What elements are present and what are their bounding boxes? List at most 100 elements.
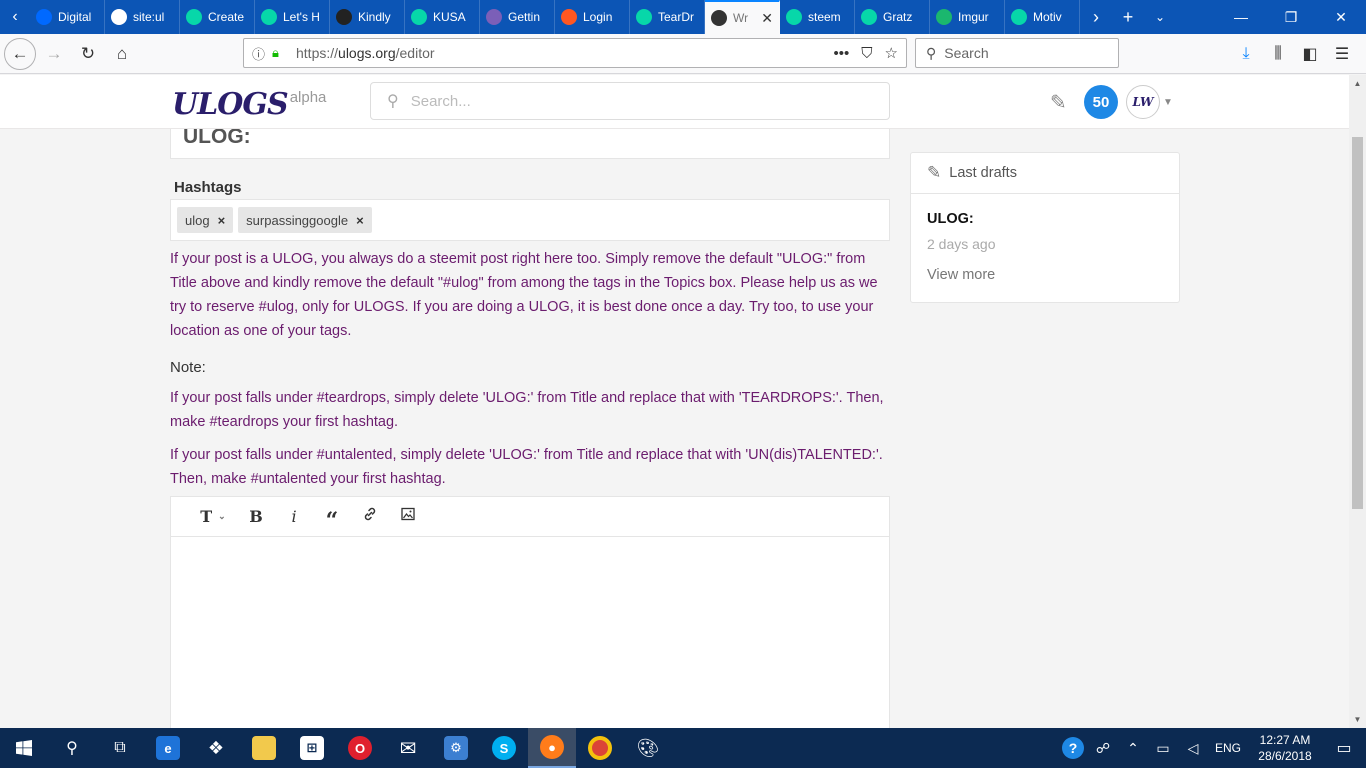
browser-tab-strip: ‹ Digital site:ul Create Let's H Kindly KUSA G…: [0, 0, 1366, 34]
scroll-down-arrow[interactable]: ▼: [1349, 715, 1366, 724]
clock[interactable]: 12:27 AM 28/6/2018: [1248, 732, 1322, 764]
paint-icon[interactable]: 🎨︎: [624, 728, 672, 768]
browser-toolbar-icons: ⤓ ⫼ ◧ ☰: [1230, 34, 1358, 74]
caret-down-icon[interactable]: ▼: [1163, 97, 1173, 108]
opera-icon[interactable]: O: [336, 728, 384, 768]
store-icon[interactable]: ⊞: [288, 728, 336, 768]
browser-tab[interactable]: TearDr: [630, 0, 705, 34]
forward-button[interactable]: →: [38, 38, 70, 70]
tab-label: KUSA: [433, 10, 466, 24]
notification-count-badge[interactable]: 50: [1084, 85, 1118, 119]
bookmark-star-icon[interactable]: ☆: [885, 44, 898, 62]
skype-icon[interactable]: S: [480, 728, 528, 768]
menu-icon[interactable]: ☰: [1326, 44, 1358, 64]
draft-item-title[interactable]: ULOG:: [927, 211, 974, 227]
chrome-icon[interactable]: [576, 728, 624, 768]
minimize-button[interactable]: —: [1216, 9, 1266, 25]
browser-tab[interactable]: site:ul: [105, 0, 180, 34]
task-view-icon[interactable]: ⧉: [96, 728, 144, 768]
italic-button[interactable]: i: [275, 507, 313, 526]
network-app-icon[interactable]: ⚙: [432, 728, 480, 768]
scrollbar-thumb[interactable]: [1352, 137, 1363, 509]
editor-body[interactable]: [171, 537, 889, 728]
browser-tab[interactable]: Gratz: [855, 0, 930, 34]
avatar[interactable]: LW: [1126, 85, 1160, 119]
sidebar-toggle-icon[interactable]: ◧: [1294, 44, 1326, 64]
view-more-link[interactable]: View more: [927, 267, 995, 283]
post-editor: T ⌄ B i “: [170, 496, 890, 728]
ulogs-logo[interactable]: ULOGS alpha: [172, 87, 326, 122]
hashtag-label: surpassinggoogle: [246, 212, 349, 228]
heading-dropdown-button[interactable]: T ⌄: [189, 507, 237, 526]
tray-expand-icon[interactable]: ⌃: [1118, 740, 1148, 757]
page-viewport: ULOGS alpha ⚲ Search... ✎ 50 LW ▼ ULOG: …: [0, 75, 1349, 728]
tab-scroll-right-button[interactable]: ›: [1080, 7, 1112, 28]
mail-icon[interactable]: ✉: [384, 728, 432, 768]
write-icon[interactable]: ✎: [1050, 90, 1076, 115]
people-icon[interactable]: ☍: [1088, 740, 1118, 757]
page-scrollbar[interactable]: ▲ ▼: [1349, 75, 1366, 728]
browser-tab[interactable]: Wr ✕: [705, 0, 780, 34]
browser-tab[interactable]: Kindly: [330, 0, 405, 34]
site-search-input[interactable]: ⚲ Search...: [370, 82, 890, 120]
home-button[interactable]: ⌂: [106, 38, 138, 70]
pocket-icon[interactable]: ⛉: [861, 45, 872, 62]
language-indicator[interactable]: ENG: [1208, 741, 1248, 755]
volume-icon[interactable]: ◁: [1178, 740, 1208, 757]
back-button[interactable]: ←: [4, 37, 36, 70]
page-actions-icon[interactable]: •••: [834, 45, 850, 62]
dropbox-icon[interactable]: ❖: [192, 728, 240, 768]
h-icon: [486, 9, 502, 25]
new-tab-button[interactable]: +: [1112, 7, 1144, 28]
url-actions: ••• ⛉ ☆: [834, 44, 898, 63]
header-user-area: ✎ 50 LW ▼: [1050, 84, 1173, 120]
download-icon[interactable]: ⤓: [1230, 45, 1262, 63]
tab-label: Imgur: [958, 10, 989, 24]
browser-tab[interactable]: Digital: [30, 0, 105, 34]
tab-label: Let's H: [283, 10, 320, 24]
last-drafts-header: ✎ Last drafts: [911, 153, 1179, 194]
browser-tab[interactable]: steem: [780, 0, 855, 34]
edge-icon[interactable]: e: [144, 728, 192, 768]
close-tab-icon[interactable]: ✕: [761, 10, 773, 27]
logo-alpha-label: alpha: [289, 89, 327, 106]
restore-button[interactable]: ❐: [1266, 9, 1316, 26]
heading-icon: T: [200, 507, 213, 526]
link-icon[interactable]: [351, 506, 389, 527]
browser-tab[interactable]: Create: [180, 0, 255, 34]
library-icon[interactable]: ⫼: [1262, 45, 1294, 63]
scroll-up-arrow[interactable]: ▲: [1349, 79, 1366, 88]
firefox-icon[interactable]: ●: [528, 728, 576, 768]
start-button[interactable]: [0, 728, 48, 768]
search-icon[interactable]: ⚲: [48, 728, 96, 768]
search-icon: ⚲: [926, 44, 937, 61]
tab-list: Digital site:ul Create Let's H Kindly KUSA Get…: [30, 0, 1080, 34]
browser-tab[interactable]: Imgur: [930, 0, 1005, 34]
lock-icon[interactable]: 🔒︎: [272, 45, 290, 61]
battery-icon[interactable]: ▭: [1148, 740, 1178, 757]
remove-tag-icon[interactable]: ×: [356, 213, 364, 228]
browser-tab[interactable]: KUSA: [405, 0, 480, 34]
reload-button[interactable]: ↻: [72, 38, 104, 70]
browser-search-bar[interactable]: ⚲ Search: [915, 38, 1119, 68]
quote-button[interactable]: “: [313, 505, 351, 532]
help-icon[interactable]: ?: [1058, 737, 1088, 759]
file-explorer-icon[interactable]: [240, 728, 288, 768]
bold-button[interactable]: B: [237, 507, 275, 526]
browser-tab[interactable]: Let's H: [255, 0, 330, 34]
tab-scroll-left-button[interactable]: ‹: [0, 0, 30, 34]
clock-time: 12:27 AM: [1259, 733, 1311, 747]
close-window-button[interactable]: ✕: [1316, 9, 1366, 26]
steemit-icon: [861, 9, 877, 25]
action-center-icon[interactable]: ▭: [1322, 738, 1366, 758]
browser-tab[interactable]: Gettin: [480, 0, 555, 34]
remove-tag-icon[interactable]: ×: [218, 213, 226, 228]
hashtags-input[interactable]: ulog × surpassinggoogle ×: [170, 199, 890, 241]
browser-tab[interactable]: Login: [555, 0, 630, 34]
browser-tab[interactable]: Motiv: [1005, 0, 1080, 34]
info-icon[interactable]: ⓘ: [252, 44, 272, 63]
url-bar[interactable]: ⓘ 🔒︎ https://ulogs.org/editor ••• ⛉ ☆: [243, 38, 907, 68]
image-icon[interactable]: [389, 506, 427, 527]
tab-list-dropdown-button[interactable]: ⌄: [1144, 10, 1176, 24]
digitalocean-icon: [36, 9, 52, 25]
